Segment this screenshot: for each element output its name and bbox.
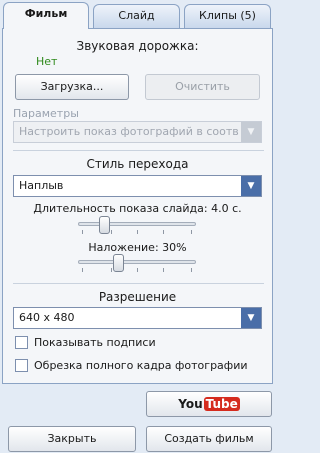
clear-audio-button[interactable]: Очистить [145,74,260,100]
slide-duration-thumb[interactable] [99,216,110,234]
slider-tick [82,230,83,234]
transition-style-title: Стиль перехода [86,157,189,171]
params-select-value: Настроить показ фотографий в соответстви… [19,125,239,138]
transition-style-value: Наплыв [19,179,64,192]
slider-tick [111,230,112,234]
slider-tick [137,230,138,234]
slide-duration-slider[interactable] [78,215,196,237]
tab-slide[interactable]: Слайд [93,4,180,28]
youtube-logo-icon: You Tube [178,397,240,411]
transition-style-select[interactable]: Наплыв ▼ [13,175,262,197]
chevron-down-icon: ▼ [241,176,261,196]
params-select[interactable]: Настроить показ фотографий в соответстви… [13,121,262,143]
divider [13,150,264,151]
slider-tick [191,268,192,272]
youtube-upload-button[interactable]: You Tube [146,391,272,417]
crop-full-frame-label: Обрезка полного кадра фотографии [34,359,248,372]
params-label: Параметры [13,107,79,120]
chevron-down-icon: ▼ [241,122,261,142]
resolution-title: Разрешение [98,290,177,304]
resolution-select[interactable]: 640 x 480 ▼ [13,307,262,329]
tab-clips[interactable]: Клипы (5) [184,4,271,28]
overlap-thumb[interactable] [113,254,124,272]
slider-tick [111,268,112,272]
tab-film[interactable]: Фильм [3,2,89,29]
load-audio-button[interactable]: Загрузка... [15,74,129,100]
slider-tick [191,230,192,234]
slider-tick [137,268,138,272]
crop-full-frame-checkbox[interactable] [15,359,28,372]
slider-tick [163,268,164,272]
audio-track-title: Звуковая дорожка: [76,39,199,53]
slider-tick [163,230,164,234]
show-captions-label: Показывать подписи [34,336,156,349]
close-button[interactable]: Закрыть [8,426,136,452]
film-settings-panel: Звуковая дорожка: Нет Загрузка... Очисти… [2,28,273,384]
show-captions-checkbox[interactable] [15,336,28,349]
slide-duration-label: Длительность показа слайда: 4.0 с. [33,202,242,215]
slider-track [78,222,196,226]
create-movie-button[interactable]: Создать фильм [146,426,272,452]
resolution-value: 640 x 480 [19,311,75,324]
slider-track [78,260,196,264]
overlap-slider[interactable] [78,253,196,275]
divider [13,283,264,284]
chevron-down-icon: ▼ [241,308,261,328]
slider-tick [82,268,83,272]
audio-track-status: Нет [36,55,58,68]
tab-bar: Фильм Слайд Клипы (5) [0,0,275,29]
